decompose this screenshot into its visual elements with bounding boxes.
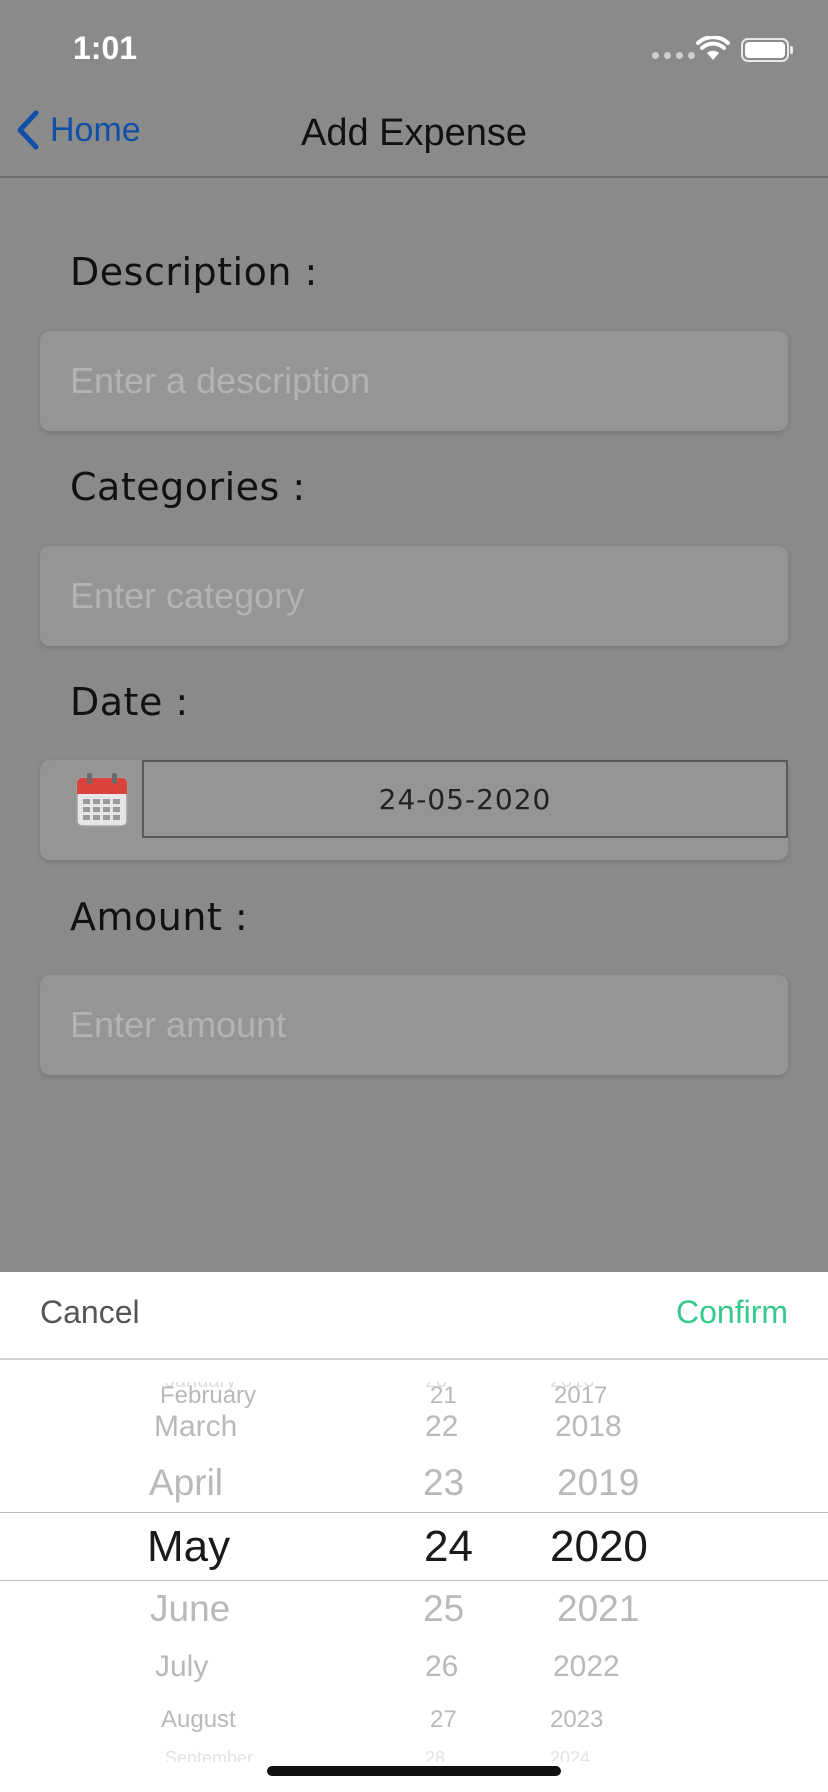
picker-selection-line-top [0, 1512, 828, 1513]
amount-field-container [40, 975, 788, 1075]
picker-day-item[interactable]: 27 [430, 1706, 457, 1734]
category-input[interactable] [40, 546, 788, 646]
picker-year-item[interactable]: 2023 [550, 1706, 603, 1734]
picker-day-item[interactable]: 21 [430, 1382, 457, 1410]
picker-year-item-selected[interactable]: 2020 [550, 1522, 648, 1572]
page-title: Add Expense [300, 112, 528, 154]
calendar-icon[interactable] [76, 772, 128, 828]
picker-month-item[interactable]: June [150, 1588, 230, 1630]
amount-input[interactable] [40, 975, 788, 1075]
picker-day-item[interactable]: 25 [423, 1588, 464, 1630]
picker-day-item[interactable]: 22 [425, 1410, 458, 1444]
cellular-signal-icon [652, 52, 695, 59]
confirm-button[interactable]: Confirm [676, 1294, 788, 1331]
categories-label: Categories : [70, 465, 306, 509]
picker-faded-row-bottom: September [165, 1748, 254, 1762]
picker-month-item[interactable]: March [154, 1410, 237, 1444]
navigation-bar: Home Add Expense [0, 100, 828, 178]
cancel-button[interactable]: Cancel [40, 1294, 140, 1331]
picker-month-item[interactable]: August [161, 1706, 236, 1734]
picker-year-item[interactable]: 2017 [554, 1382, 607, 1410]
status-time: 1:01 [73, 30, 138, 66]
battery-icon [741, 38, 793, 62]
picker-day-item[interactable]: 23 [423, 1462, 464, 1504]
status-bar: 1:01 [0, 0, 828, 100]
picker-selection-line-bottom [0, 1580, 828, 1581]
date-label: Date : [70, 680, 189, 724]
date-picker-wheel[interactable]: January 20 2016 September 28 2024 Februa… [0, 1382, 828, 1762]
picker-month-item[interactable]: July [155, 1650, 208, 1684]
category-field-container [40, 546, 788, 646]
picker-month-item-selected[interactable]: May [147, 1522, 230, 1572]
picker-year-item[interactable]: 2019 [557, 1462, 639, 1504]
picker-year-item[interactable]: 2022 [553, 1650, 620, 1684]
description-field-container [40, 331, 788, 431]
picker-month-item[interactable]: February [160, 1382, 256, 1410]
picker-year-item[interactable]: 2018 [555, 1410, 622, 1444]
picker-year-item[interactable]: 2021 [557, 1588, 639, 1630]
picker-faded-row-bottom: 2024 [550, 1748, 591, 1762]
picker-toolbar: Cancel Confirm [0, 1272, 828, 1360]
home-indicator[interactable] [267, 1766, 561, 1776]
date-picker-sheet: Cancel Confirm January 20 2016 September… [0, 1272, 828, 1792]
picker-month-item[interactable]: April [149, 1462, 223, 1504]
description-label: Description : [70, 250, 318, 294]
date-field-container: 24-05-2020 [40, 760, 788, 860]
picker-day-item-selected[interactable]: 24 [424, 1522, 473, 1572]
picker-faded-row-bottom: 28 [425, 1748, 446, 1762]
wifi-icon [696, 36, 730, 60]
picker-day-item[interactable]: 26 [425, 1650, 458, 1684]
date-value-field[interactable]: 24-05-2020 [142, 760, 788, 838]
amount-label: Amount : [70, 895, 249, 939]
description-input[interactable] [40, 331, 788, 431]
